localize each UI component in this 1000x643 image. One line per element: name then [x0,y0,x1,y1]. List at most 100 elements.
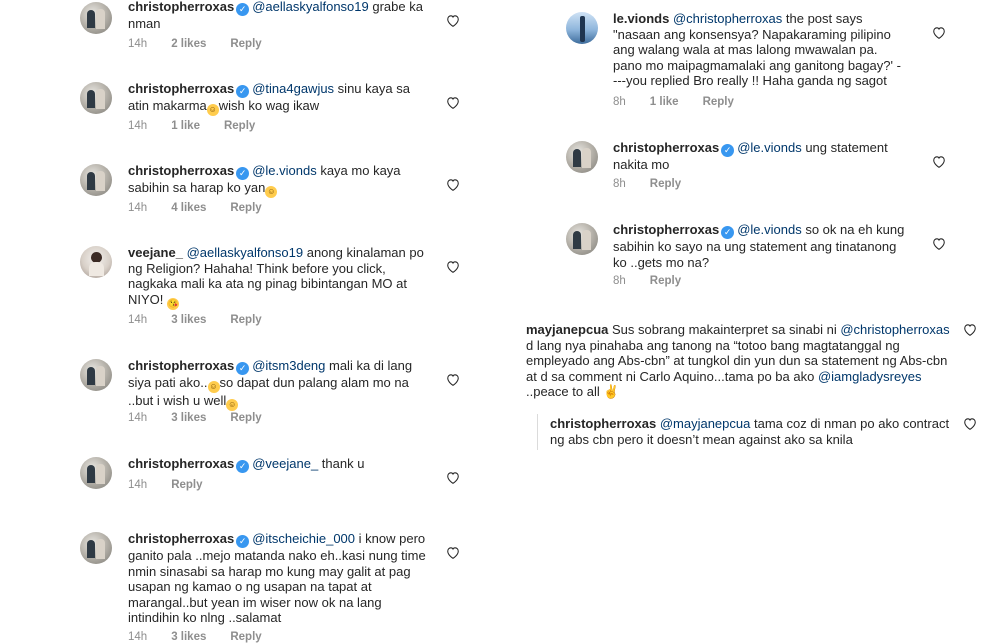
comment-right-2: christopherroxas ✓ @le.vionds ung statemen… [566,140,956,196]
timestamp: 8h [613,178,626,190]
likes-count[interactable]: 3 likes [171,631,206,643]
mention[interactable]: @veejane_ [252,456,318,471]
username[interactable]: christopherroxas [128,81,234,96]
comment-body: christopherroxas ✓ @veejane_ thank u [128,456,428,473]
reply-button[interactable]: Reply [230,38,261,50]
comment-meta: 8h 1 like Reply [613,96,758,108]
reply-button[interactable]: Reply [224,120,255,132]
avatar[interactable] [566,141,598,173]
avatar[interactable] [80,82,112,114]
comment-body: christopherroxas ✓ @itsm3deng mali ka di l… [128,358,428,411]
comment-meta: 14h 1 like Reply [128,120,279,132]
reply-button[interactable]: Reply [230,314,261,326]
timestamp: 14h [128,120,148,132]
avatar[interactable] [80,246,112,278]
comment-meta: 14h 3 likes Reply [128,631,286,643]
mention[interactable]: @itsm3deng [252,358,325,373]
username[interactable]: christopherroxas [550,416,656,431]
likes-count[interactable]: 2 likes [171,38,206,50]
mention[interactable]: @christopherroxas [673,11,782,26]
verified-badge-icon: ✓ [721,226,735,239]
username[interactable]: veejane_ [128,245,183,260]
heart-icon[interactable] [932,237,946,250]
reply-christopherroxas: christopherroxas @mayjanepcua tama coz d… [550,416,986,456]
timestamp: 14h [128,38,148,50]
comment-left-6: christopherroxas ✓ @veejane_ thank u 14h Re… [80,456,480,507]
comment-left-2: christopherroxas ✓ @tina4gawjus sinu kaya … [80,81,480,142]
mention[interactable]: @le.vionds [737,222,802,237]
reply-button[interactable]: Reply [230,202,261,214]
heart-icon[interactable] [446,471,460,484]
mention[interactable]: @christopherroxas [840,322,949,337]
mention[interactable]: @le.vionds [737,140,802,155]
avatar[interactable] [80,457,112,489]
timestamp: 14h [128,631,148,643]
reply-button[interactable]: Reply [650,178,681,190]
reply-button[interactable]: Reply [230,412,261,424]
smile-emoji-icon: ☺ [206,104,219,116]
heart-icon[interactable] [963,323,977,336]
avatar[interactable] [80,532,112,564]
mention[interactable]: @mayjanepcua [660,416,751,431]
comment-meta: 14h Reply [128,479,227,491]
heart-icon[interactable] [963,417,977,430]
username[interactable]: christopherroxas [613,222,719,237]
comment-right-3: christopherroxas ✓ @le.vionds so ok na eh … [566,222,956,293]
avatar[interactable] [80,164,112,196]
likes-count[interactable]: 1 like [650,96,679,108]
heart-icon[interactable] [446,96,460,109]
mention[interactable]: @iamgladysreyes [818,369,922,384]
mention[interactable]: @aellaskyalfonso19 [187,245,304,260]
timestamp: 14h [128,412,148,424]
heart-icon[interactable] [446,260,460,273]
mention[interactable]: @tina4gawjus [252,81,334,96]
username[interactable]: christopherroxas [128,358,234,373]
mention[interactable]: @le.vionds [252,163,317,178]
reply-thread-line [537,414,538,450]
timestamp: 8h [613,275,626,287]
heart-icon[interactable] [446,14,460,27]
verified-badge-icon: ✓ [236,85,250,98]
smile-emoji-icon: ☺ [226,399,239,411]
comment-text: thank u [318,456,365,471]
username[interactable]: christopherroxas [128,531,234,546]
verified-badge-icon: ✓ [236,535,250,548]
heart-icon[interactable] [446,178,460,191]
comment-body: le.vionds @christopherroxas the post say… [613,11,905,89]
reply-button[interactable]: Reply [650,275,681,287]
heart-icon[interactable] [446,546,460,559]
comment-text-cont: wish ko wag ikaw [218,98,320,113]
username[interactable]: mayjanepcua [526,322,608,337]
reply-button[interactable]: Reply [230,631,261,643]
comment-left-7: christopherroxas ✓ @itscheichie_000 i know… [80,531,480,643]
username[interactable]: christopherroxas [613,140,719,155]
comment-body: veejane_ @aellaskyalfonso19 anong kinala… [128,245,428,310]
timestamp: 14h [128,479,148,491]
comment-meta: 8h Reply [613,275,705,287]
avatar[interactable] [80,359,112,391]
username[interactable]: christopherroxas [128,163,234,178]
comment-left-5: christopherroxas ✓ @itsm3deng mali ka di l… [80,358,480,429]
likes-count[interactable]: 3 likes [171,314,206,326]
reply-button[interactable]: Reply [171,479,202,491]
heart-icon[interactable] [932,26,946,39]
username[interactable]: christopherroxas [128,0,234,14]
heart-icon[interactable] [446,373,460,386]
avatar[interactable] [566,223,598,255]
timestamp: 8h [613,96,626,108]
comment-text: Sus sobrang makainterpret sa sinabi ni [608,322,841,337]
likes-count[interactable]: 4 likes [171,202,206,214]
username[interactable]: christopherroxas [128,456,234,471]
likes-count[interactable]: 3 likes [171,412,206,424]
heart-icon[interactable] [932,155,946,168]
avatar[interactable] [80,2,112,34]
likes-count[interactable]: 1 like [171,120,200,132]
username[interactable]: le.vionds [613,11,669,26]
avatar[interactable] [566,12,598,44]
comment-meta: 14h 4 likes Reply [128,202,286,214]
mention[interactable]: @itscheichie_000 [252,531,355,546]
comment-left-4: veejane_ @aellaskyalfonso19 anong kinala… [80,245,480,336]
reply-button[interactable]: Reply [703,96,734,108]
mention[interactable]: @aellaskyalfonso19 [252,0,369,14]
comment-body: christopherroxas ✓ @aellaskyalfonso19 grab… [128,0,428,32]
